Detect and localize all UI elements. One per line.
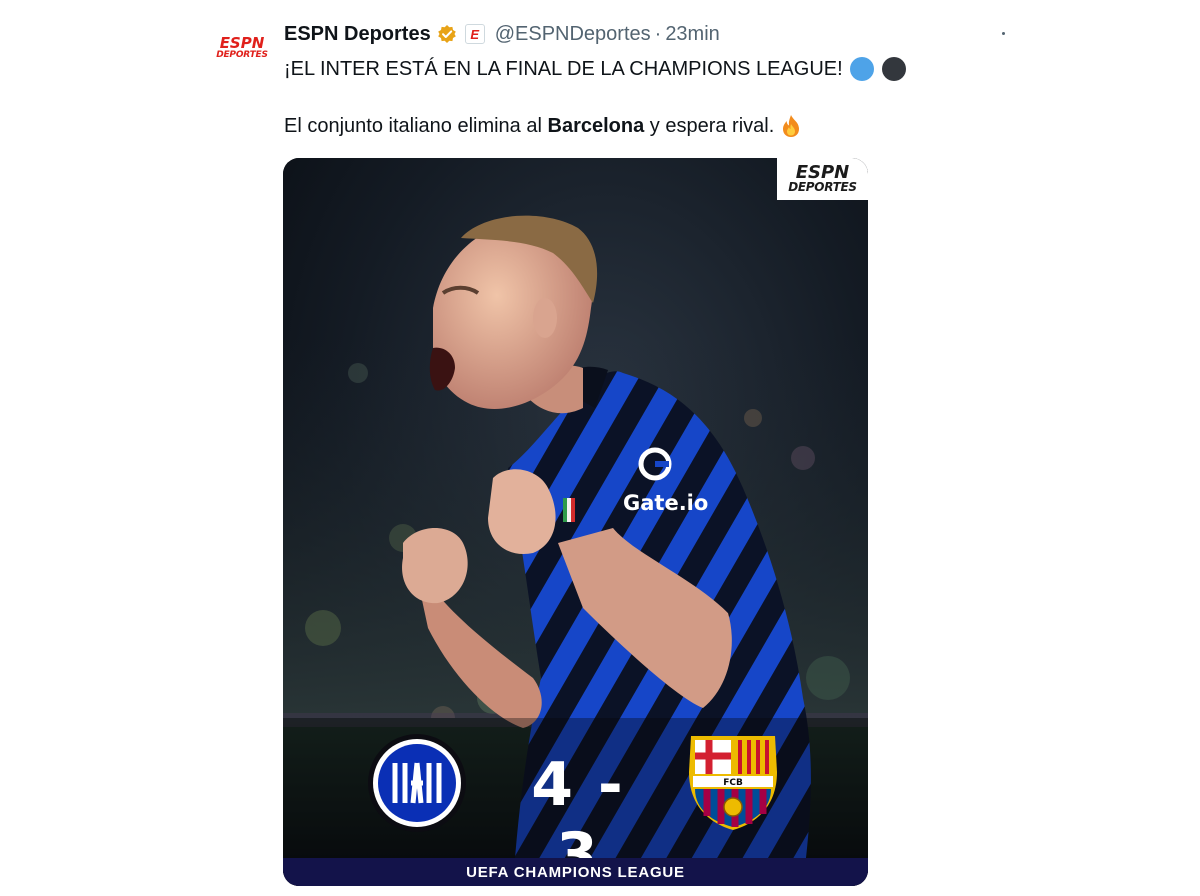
affiliate-badge-letter: E [470, 26, 480, 42]
ucl-banner-text: UEFA CHAMPIONS LEAGUE [466, 863, 685, 881]
tweet-image[interactable]: Gate.io ESPN DEPORTES 4 - 3 FCB UEFA CHA… [283, 158, 868, 886]
author-name[interactable]: ESPN Deportes [284, 23, 431, 46]
ucl-banner: UEFA CHAMPIONS LEAGUE [283, 858, 868, 886]
espn-watermark: ESPN DEPORTES [777, 158, 868, 200]
black-circle-emoji-icon [881, 57, 906, 81]
more-icon[interactable] [996, 26, 1010, 40]
timestamp[interactable]: 23min [665, 23, 719, 46]
barcelona-crest-icon: FCB [689, 736, 777, 830]
jersey-sponsor-text: Gate.io [623, 491, 708, 515]
fire-icon [780, 114, 802, 138]
tweet-text-post: y espera rival. [644, 114, 775, 137]
tweet[interactable]: ESPN DEPORTES ESPN Deportes E @ESPNDepor… [0, 0, 1200, 896]
tweet-text-line1: ¡EL INTER ESTÁ EN LA FINAL DE LA CHAMPIO… [284, 57, 906, 81]
author-handle[interactable]: @ESPNDeportes [495, 23, 651, 46]
tweet-text-line2: El conjunto italiano elimina al Barcelon… [284, 114, 802, 138]
inter-crest-icon [368, 734, 466, 832]
tweet-text-bold: Barcelona [547, 114, 645, 137]
separator: · [654, 22, 662, 45]
affiliate-badge[interactable]: E [464, 24, 485, 44]
barca-initials: FCB [723, 778, 743, 788]
tweet-header: ESPN Deportes E @ESPNDeportes · 23min [284, 21, 720, 47]
avatar[interactable]: ESPN DEPORTES [212, 32, 272, 64]
tweet-text-pre: El conjunto italiano elimina al [284, 114, 548, 137]
avatar-line2: DEPORTES [216, 50, 268, 60]
watermark-line1: ESPN [795, 162, 850, 183]
watermark-line2: DEPORTES [788, 180, 857, 194]
tweet-text-headline: ¡EL INTER ESTÁ EN LA FINAL DE LA CHAMPIO… [284, 57, 843, 80]
verified-badge-icon[interactable] [437, 24, 457, 44]
avatar-line1: ESPN [219, 34, 265, 52]
blue-circle-emoji-icon [849, 57, 874, 81]
